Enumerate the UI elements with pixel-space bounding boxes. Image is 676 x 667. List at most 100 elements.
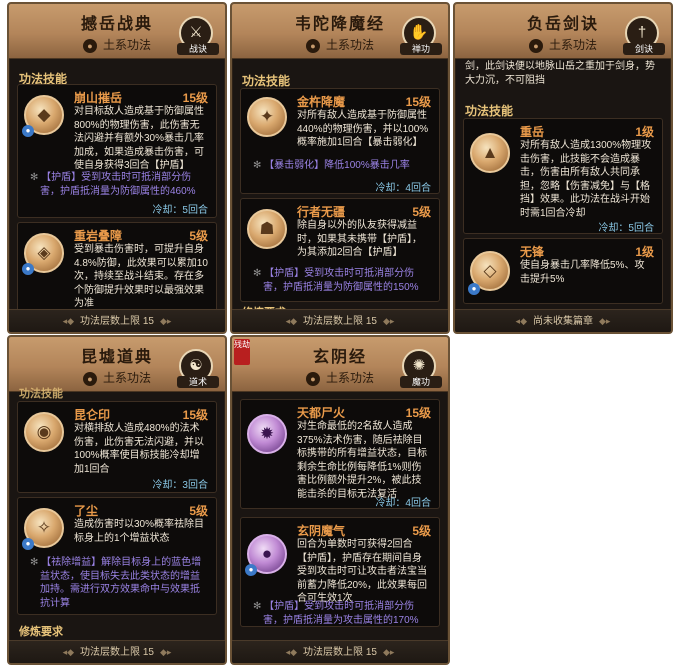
footer-text: 尚未收集篇章 — [533, 316, 593, 327]
skill-note: ✻ 【护盾】受到攻击时可抵消部分伤害，护盾抵消量为防御属性的150% — [253, 268, 419, 293]
skill-note: ✻ 【祛除增益】解除目标身上的蓝色增益状态，使目标失去此类状态的增益加持。需进行… — [30, 557, 202, 609]
skill-card[interactable]: ◆ ● 崩山摧岳 15级 对目标敌人造成基于防御属性800%的物理伤害，此伤害无… — [17, 84, 217, 218]
panel-weituo-xiangmojing: 韦陀降魔经 土系功法 ✋ 禅功 功法技能 ✦ 金杵降魔 15级 对所有敌人造成基… — [230, 2, 450, 334]
skill-name: 重岩叠障 — [74, 229, 123, 243]
lore-text: 剑，此剑诀便以地脉山岳之重加于剑身，势大力沉，不可阻挡 — [465, 61, 655, 86]
panel-header: 玄阴经 土系功法 ✺ 魔功 — [232, 337, 448, 392]
skill-cooldown: 冷却：3回合 — [152, 480, 208, 491]
skill-icon-pestle: ✦ — [247, 97, 287, 137]
panel-header: 撼岳战典 土系功法 ⚔ 战诀 — [9, 4, 225, 59]
type-badge: 剑诀 — [623, 43, 665, 55]
skill-tag-icon: ● — [22, 263, 34, 275]
skill-name: 崩山摧岳 — [74, 91, 123, 105]
skill-note: ✻ 【护盾】受到攻击时可抵消部分伤害，护盾抵消量为攻击属性的170% — [253, 601, 419, 626]
skill-name: 行者无疆 — [297, 205, 346, 219]
skill-note-text: 【祛除增益】解除目标身上的蓝色增益状态，使目标失去此类状态的增益加持。需进行双方… — [40, 557, 202, 609]
skill-desc: 对生命最低的2名敌人造成375%法术伤害，随后祛除目标携带的所有增益状态，目标剩… — [297, 421, 427, 500]
panel-footer: ◂◆ 尚未收集篇章 ◆▸ — [455, 309, 671, 332]
skill-cooldown: 冷却：5回合 — [598, 223, 654, 234]
skill-note-text: 【护盾】受到攻击时可抵消部分伤害，护盾抵消量为防御属性的150% — [263, 268, 419, 293]
skill-name: 重岳 — [520, 125, 545, 139]
skill-tag-icon: ● — [22, 538, 34, 550]
skill-note-text: 【暴击弱化】降低100%暴击几率 — [264, 160, 410, 171]
skill-cooldown: 冷却：4回合 — [375, 183, 431, 194]
skill-card[interactable]: ▲ 重岳 1级 对所有敌人造成1300%物理攻击伤害，此技能不会造成暴击，伤害由… — [463, 118, 663, 234]
skill-card[interactable]: ☗ 行者无疆 5级 除自身以外的队友获得减益时，如果其未携带【护盾】，为其添加2… — [240, 198, 440, 302]
type-badge: 道术 — [177, 376, 219, 388]
skill-desc: 使自身暴击几率降低5%、攻击提升5% — [520, 260, 645, 285]
skill-tag-icon: ● — [245, 564, 257, 576]
skill-card[interactable]: ◇ ● 无锋 1级 使自身暴击几率降低5%、攻击提升5% — [463, 238, 663, 304]
skill-card[interactable]: ✹ 天都尸火 15级 对生命最低的2名敌人造成375%法术伤害，随后祛除目标携带… — [240, 399, 440, 509]
skill-icon-mountain-sword: ▲ — [470, 133, 510, 173]
footer-text: 功法层数上限 15 — [303, 316, 377, 327]
skill-card[interactable]: ◉ 昆仑印 15级 对横排敌人造成480%的法术伤害，此伤害无法闪避，并以100… — [17, 401, 217, 493]
skill-icon-seal: ◉ — [24, 412, 64, 452]
skill-card[interactable]: ✧ ● 了尘 5级 造成伤害时以30%概率祛除目标身上的1个增益状态 ✻ 【祛除… — [17, 497, 217, 615]
element-text: 土系功法 — [325, 371, 374, 385]
skill-desc: 对横排敌人造成480%的法术伤害，此伤害无法闪避，并以100%概率使目标技能冷却… — [74, 423, 204, 475]
skill-level: 1级 — [635, 245, 654, 259]
skill-desc: 造成伤害时以30%概率祛除目标身上的1个增益状态 — [74, 519, 205, 544]
panel-footer: ◂◆ 功法层数上限 15 ◆▸ — [9, 640, 225, 663]
skill-level: 15级 — [182, 91, 208, 105]
skill-name: 无锋 — [520, 245, 545, 259]
skill-name: 金杵降魔 — [297, 95, 346, 109]
skill-cooldown: 冷却：4回合 — [375, 498, 431, 509]
type-badge: 禅功 — [400, 43, 442, 55]
type-badge: 战诀 — [177, 43, 219, 55]
skill-desc: 对所有敌人造成基于防御属性440%的物理伤害，并以100%概率施加1回合【暴击弱… — [297, 110, 429, 148]
panel-header: 昆墟道典 土系功法 ☯ 道术 — [9, 337, 225, 392]
skill-tag-icon: ● — [468, 283, 480, 295]
skill-note: ✻ 【暴击弱化】降低100%暴击几率 — [253, 160, 410, 171]
skill-card[interactable]: ◈ ● 重岩叠障 5级 受到暴击伤害时，可提升自身4.8%防御，此效果可以累加1… — [17, 222, 217, 312]
skill-level: 15级 — [182, 408, 208, 422]
section-title: 功法技能 — [465, 104, 514, 118]
earth-element-icon — [82, 38, 97, 53]
panel-xuanyinjing: 玄阴经 土系功法 ✺ 魔功 残劫 ✹ 天都尸火 15级 对生命最低的2名敌人造成… — [230, 335, 450, 665]
panel-fuyue-jianjue: 负岳剑诀 土系功法 † 剑诀 剑，此剑诀便以地脉山岳之重加于剑身，势大力沉，不可… — [453, 2, 673, 334]
incomplete-ribbon: 残劫 — [234, 339, 250, 365]
element-text: 土系功法 — [102, 38, 151, 52]
skill-card[interactable]: ● ● 玄阴魔气 5级 回合为单数时可获得2回合【护盾】，护盾存在期间自身受到攻… — [240, 517, 440, 627]
panel-hanyue-zhandian: 撼岳战典 土系功法 ⚔ 战诀 功法技能 ◆ ● 崩山摧岳 15级 对目标敌人造成… — [7, 2, 227, 334]
requirements-heading: 修炼要求 — [19, 626, 63, 638]
skill-card[interactable]: ✦ 金杵降魔 15级 对所有敌人造成基于防御属性440%的物理伤害，并以100%… — [240, 88, 440, 194]
earth-element-icon — [82, 371, 97, 386]
panel-header: 负岳剑诀 土系功法 † 剑诀 — [455, 4, 671, 59]
skill-icon-monk: ☗ — [247, 209, 287, 249]
skill-level: 15级 — [405, 95, 431, 109]
skill-level: 5级 — [189, 504, 208, 518]
skill-level: 1级 — [635, 125, 654, 139]
element-text: 土系功法 — [325, 38, 374, 52]
footer-text: 功法层数上限 15 — [80, 647, 154, 658]
skill-desc: 受到暴击伤害时，可提升自身4.8%防御，此效果可以累加10次，持续至战斗结束。存… — [74, 244, 208, 309]
skill-level: 5级 — [412, 524, 431, 538]
skill-name: 了尘 — [74, 504, 99, 518]
skill-tag-icon: ● — [22, 125, 34, 137]
skill-desc: 回合为单数时可获得2回合【护盾】，护盾存在期间自身受到攻击时可让攻击者法宝当前蓄… — [297, 539, 428, 604]
element-text: 土系功法 — [548, 38, 597, 52]
earth-element-icon — [305, 38, 320, 53]
skill-cooldown: 冷却：5回合 — [152, 205, 208, 216]
earth-element-icon — [305, 371, 320, 386]
skill-name: 昆仑印 — [74, 408, 111, 422]
panel-footer: ◂◆ 功法层数上限 15 ◆▸ — [9, 309, 225, 332]
skill-name: 天都尸火 — [297, 406, 346, 420]
skill-desc: 对所有敌人造成1300%物理攻击伤害，此技能不会造成暴击，伤害由所有敌人共同承担… — [520, 140, 652, 219]
footer-text: 功法层数上限 15 — [303, 647, 377, 658]
panel-footer: ◂◆ 功法层数上限 15 ◆▸ — [232, 640, 448, 663]
panel-kunxu-daodian: 昆墟道典 土系功法 ☯ 道术 功法技能 ◉ 昆仑印 15级 对横排敌人造成480… — [7, 335, 227, 665]
skill-note-text: 【护盾】受到攻击时可抵消部分伤害，护盾抵消量为防御属性的460% — [40, 172, 196, 197]
skill-note: ✻ 【护盾】受到攻击时可抵消部分伤害，护盾抵消量为防御属性的460% — [30, 172, 196, 197]
panel-footer: ◂◆ 功法层数上限 15 ◆▸ — [232, 309, 448, 332]
type-badge: 魔功 — [400, 376, 442, 388]
skill-level: 5级 — [189, 229, 208, 243]
skill-desc: 对目标敌人造成基于防御属性800%的物理伤害，此伤害无法闪避并有额外30%暴击几… — [74, 106, 205, 171]
footer-text: 功法层数上限 15 — [80, 316, 154, 327]
panel-header: 韦陀降魔经 土系功法 ✋ 禅功 — [232, 4, 448, 59]
earth-element-icon — [528, 38, 543, 53]
skill-desc: 除自身以外的队友获得减益时，如果其未携带【护盾】，为其添加2回合【护盾】 — [297, 220, 422, 258]
section-title: 功法技能 — [242, 74, 291, 88]
element-text: 土系功法 — [102, 371, 151, 385]
